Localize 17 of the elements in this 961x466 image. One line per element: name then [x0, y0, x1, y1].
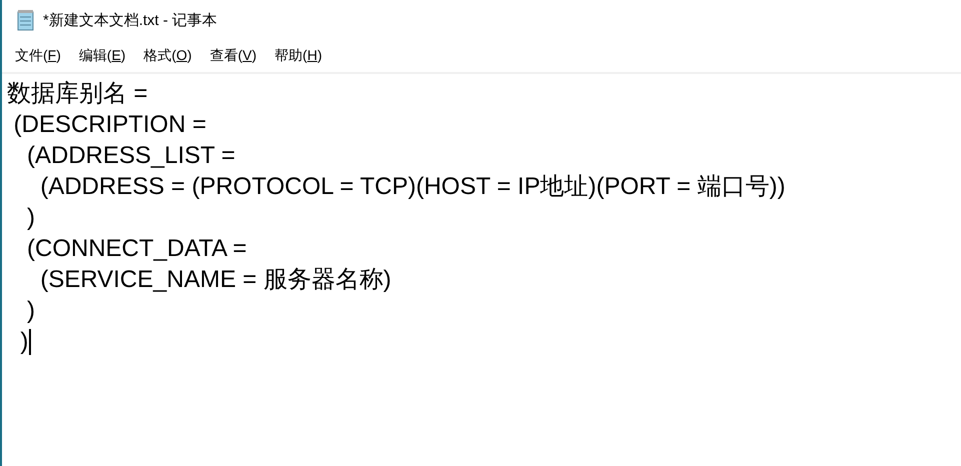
- menu-item[interactable]: 格式(O): [134, 45, 201, 67]
- text-line: (SERVICE_NAME = 服务器名称): [39, 266, 392, 294]
- menu-item[interactable]: 帮助(H): [266, 45, 331, 67]
- text-line: (ADDRESS = (PROTOCOL = TCP)(HOST = IP地址)(PORT = 端口号)): [39, 172, 786, 200]
- notepad-icon: [17, 9, 35, 31]
- text-line: (DESCRIPTION =: [12, 110, 206, 138]
- text-line: (ADDRESS_LIST =: [26, 142, 236, 170]
- menu-item[interactable]: 查看(V): [200, 45, 266, 67]
- text-line: ): [26, 204, 35, 232]
- window-title: *新建文本文档.txt - 记事本: [43, 10, 218, 30]
- text-line: ): [19, 328, 28, 356]
- text-line: (CONNECT_DATA =: [26, 234, 247, 262]
- menu-item[interactable]: 文件(F): [6, 45, 70, 67]
- text-editor[interactable]: 数据库别名 = (DESCRIPTION = (ADDRESS_LIST = (ADDRESS = (PROTOCOL = TCP)(HOST = IP地址)(PORT = 端口号)) ) (CONNECT_DATA = (SERVICE_NAME = 服务器名称) ) ): [2, 74, 961, 466]
- menu-item[interactable]: 编辑(E): [70, 45, 135, 67]
- text-line: ): [26, 296, 35, 324]
- text-line: 数据库别名 =: [7, 80, 148, 108]
